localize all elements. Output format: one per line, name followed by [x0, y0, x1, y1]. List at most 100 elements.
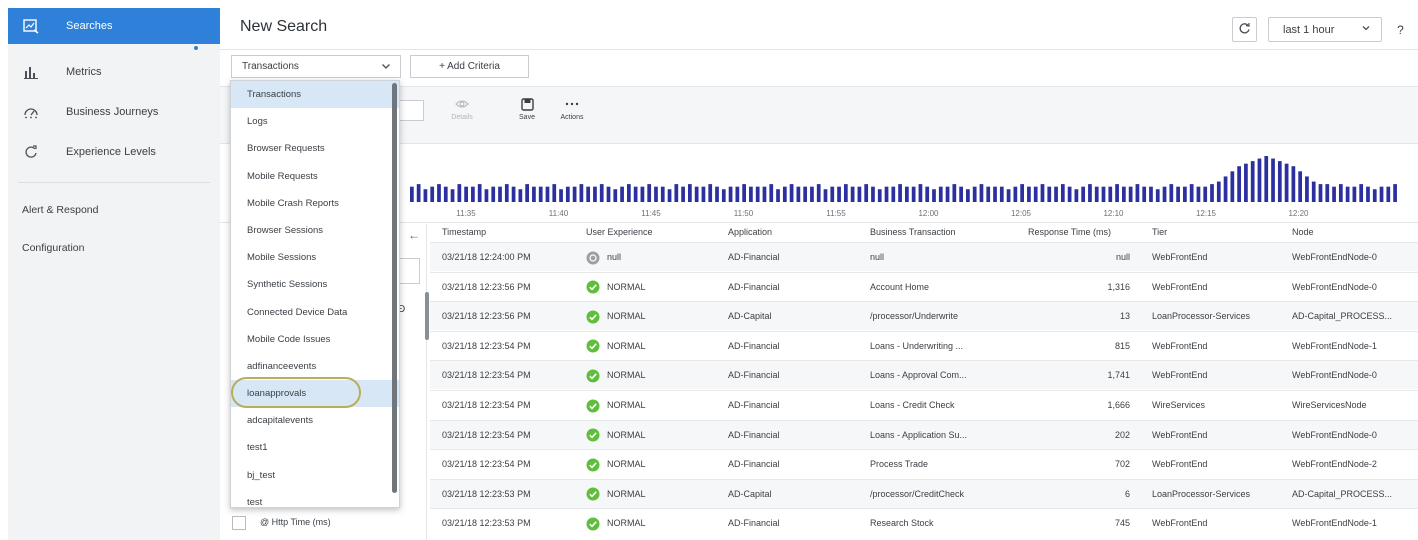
histogram-bar[interactable]: [972, 186, 977, 202]
histogram-bar[interactable]: [830, 186, 835, 202]
histogram-bar[interactable]: [1311, 181, 1316, 202]
histogram-bar[interactable]: [1257, 158, 1262, 202]
histogram-bar[interactable]: [477, 184, 482, 202]
dropdown-option[interactable]: test1: [231, 434, 399, 461]
histogram-bar[interactable]: [416, 184, 421, 202]
histogram-bar[interactable]: [715, 186, 719, 202]
histogram-bar[interactable]: [674, 184, 679, 202]
histogram-bar[interactable]: [749, 186, 753, 202]
column-header-tier[interactable]: Tier: [1152, 222, 1167, 242]
table-row[interactable]: 03/21/18 12:23:53 PM NORMAL AD-Capital/pro…: [430, 478, 1418, 508]
histogram-bar[interactable]: [1345, 186, 1350, 202]
histogram-bar[interactable]: [782, 186, 787, 202]
histogram-bar[interactable]: [1121, 186, 1126, 202]
histogram-bar[interactable]: [925, 186, 930, 202]
dropdown-option[interactable]: test: [231, 489, 399, 507]
histogram-bar[interactable]: [626, 184, 631, 202]
sidebar-item-alert-respond[interactable]: Alert & Respond: [8, 191, 220, 229]
histogram-bar[interactable]: [606, 186, 611, 202]
histogram-bar[interactable]: [979, 184, 984, 202]
dropdown-option[interactable]: bj_test: [231, 462, 399, 489]
left-panel-scrollbar[interactable]: [425, 292, 429, 340]
data-type-select[interactable]: Transactions: [231, 55, 401, 78]
histogram-bar[interactable]: [1298, 171, 1303, 202]
histogram-bar[interactable]: [1135, 184, 1140, 202]
histogram-bar[interactable]: [565, 186, 570, 202]
column-header-application[interactable]: Application: [728, 222, 772, 242]
histogram-bar[interactable]: [688, 184, 692, 202]
histogram-bar[interactable]: [905, 186, 909, 202]
histogram-bar[interactable]: [1162, 186, 1167, 202]
histogram-bar[interactable]: [945, 186, 950, 202]
histogram-bar[interactable]: [1230, 171, 1235, 202]
histogram-bar[interactable]: [599, 184, 604, 202]
histogram-bar[interactable]: [891, 186, 896, 202]
histogram-bar[interactable]: [810, 186, 814, 202]
dropdown-option[interactable]: Browser Requests: [231, 135, 399, 162]
histogram-bar[interactable]: [1088, 184, 1092, 202]
table-row[interactable]: 03/21/18 12:23:54 PM NORMAL AD-Financial Pr…: [430, 449, 1418, 478]
histogram-bar[interactable]: [572, 186, 577, 202]
histogram-bar[interactable]: [1264, 156, 1269, 202]
histogram-bar[interactable]: [1027, 186, 1031, 202]
histogram-bar[interactable]: [864, 184, 869, 202]
histogram-bar[interactable]: [728, 186, 733, 202]
histogram-bar[interactable]: [579, 184, 584, 202]
histogram-bar[interactable]: [762, 186, 767, 202]
histogram-bar[interactable]: [1013, 186, 1018, 202]
dropdown-option[interactable]: adcapitalevents: [231, 407, 399, 434]
histogram-bar[interactable]: [837, 186, 841, 202]
save-button[interactable]: Save: [507, 94, 547, 121]
histogram-bar[interactable]: [1060, 184, 1065, 202]
sidebar-item-configuration[interactable]: Configuration: [8, 229, 220, 267]
histogram-bar[interactable]: [1305, 176, 1309, 202]
histogram-bar[interactable]: [952, 184, 957, 202]
histogram-bar[interactable]: [538, 186, 543, 202]
histogram-bar[interactable]: [1101, 186, 1106, 202]
histogram-bar[interactable]: [457, 184, 462, 202]
histogram-bar[interactable]: [654, 186, 658, 202]
histogram-bar[interactable]: [545, 186, 550, 202]
sidebar-item-experience-levels[interactable]: Experience Levels: [8, 132, 220, 172]
sidebar-item-metrics[interactable]: Metrics: [8, 52, 220, 92]
dropdown-option[interactable]: Mobile Requests: [231, 163, 399, 190]
histogram-bar[interactable]: [1081, 186, 1086, 202]
histogram-bar[interactable]: [586, 186, 591, 202]
column-header-timestamp[interactable]: Timestamp: [442, 222, 486, 242]
histogram-bar[interactable]: [871, 186, 875, 202]
histogram-bar[interactable]: [1352, 186, 1357, 202]
sidebar-item-business-journeys[interactable]: Business Journeys: [8, 92, 220, 132]
dropdown-scrollbar[interactable]: [392, 83, 397, 493]
histogram-bar[interactable]: [518, 189, 523, 202]
histogram-bar[interactable]: [498, 186, 502, 202]
histogram-bar[interactable]: [620, 186, 624, 202]
histogram-bar[interactable]: [1094, 186, 1099, 202]
table-row[interactable]: 03/21/18 12:23:54 PM NORMAL AD-Financial Lo…: [430, 419, 1418, 449]
histogram-bar[interactable]: [1047, 186, 1052, 202]
histogram-bar[interactable]: [1372, 189, 1377, 202]
histogram-bar[interactable]: [464, 186, 468, 202]
histogram-bar[interactable]: [932, 189, 936, 202]
sidebar-item-searches[interactable]: Searches: [8, 8, 220, 44]
histogram-bar[interactable]: [803, 186, 808, 202]
histogram-bar[interactable]: [1223, 176, 1228, 202]
histogram-bar[interactable]: [1250, 161, 1255, 202]
histogram-bar[interactable]: [667, 189, 672, 202]
histogram-bar[interactable]: [640, 186, 645, 202]
histogram-bar[interactable]: [1033, 186, 1038, 202]
table-row[interactable]: 03/21/18 12:23:54 PM NORMAL AD-Financial Lo…: [430, 330, 1418, 360]
histogram-bar[interactable]: [647, 184, 652, 202]
histogram-bar[interactable]: [884, 186, 889, 202]
histogram-bar[interactable]: [532, 186, 536, 202]
histogram-bar[interactable]: [877, 189, 882, 202]
histogram-bar[interactable]: [843, 184, 848, 202]
histogram-bar[interactable]: [1128, 186, 1133, 202]
histogram-bar[interactable]: [525, 184, 529, 202]
table-row[interactable]: 03/21/18 12:23:56 PM NORMAL AD-Capital/pro…: [430, 301, 1418, 331]
histogram-bar[interactable]: [796, 186, 801, 202]
histogram-bar[interactable]: [993, 186, 997, 202]
histogram-bar[interactable]: [850, 186, 855, 202]
histogram-bar[interactable]: [742, 184, 746, 202]
histogram-bar[interactable]: [484, 189, 489, 202]
histogram-bar[interactable]: [633, 186, 638, 202]
